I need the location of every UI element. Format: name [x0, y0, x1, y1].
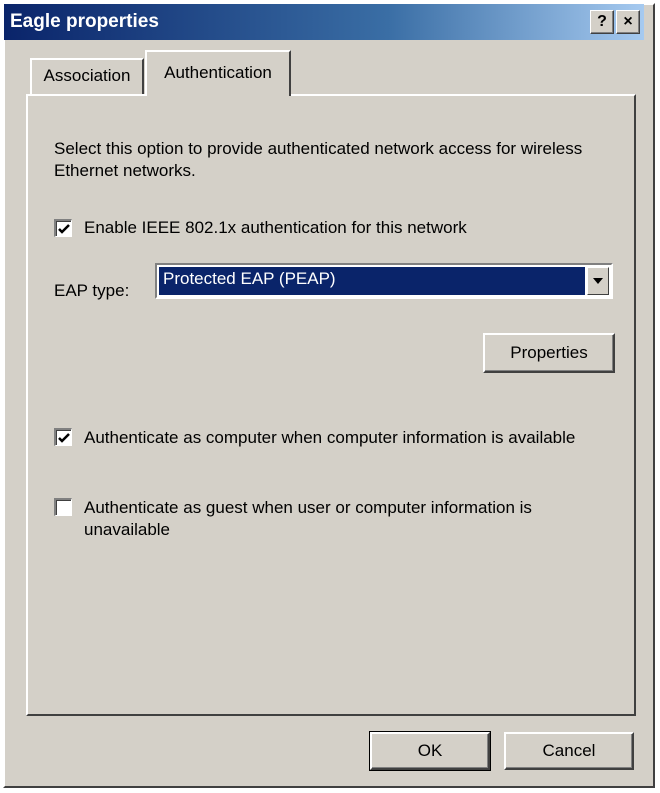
tab-association-label: Association [43, 66, 131, 85]
tab-panel-authentication [26, 94, 636, 716]
enable-8021x-checkbox[interactable] [54, 219, 72, 237]
close-icon: × [623, 13, 633, 30]
auth-as-computer-checkbox[interactable] [54, 428, 72, 446]
eap-type-dropdown-button[interactable] [587, 267, 609, 295]
auth-as-computer-label[interactable]: Authenticate as computer when computer i… [84, 427, 604, 449]
ok-button[interactable]: OK [369, 731, 491, 771]
checkmark-icon [58, 224, 70, 234]
eap-type-select[interactable]: Protected EAP (PEAP) [155, 263, 613, 299]
eap-type-label: EAP type: [54, 281, 130, 300]
auth-description: Select this option to provide authentica… [54, 139, 583, 180]
close-button[interactable]: × [616, 10, 640, 34]
tab-association[interactable]: Association [30, 58, 144, 94]
help-icon: ? [597, 13, 607, 30]
window-title: Eagle properties [10, 11, 159, 32]
help-button[interactable]: ? [590, 10, 614, 34]
title-bar[interactable]: Eagle properties ? × [4, 4, 644, 40]
tab-authentication[interactable]: Authentication [145, 50, 291, 96]
checkmark-icon [58, 433, 70, 443]
properties-button[interactable]: Properties [483, 333, 615, 373]
cancel-button[interactable]: Cancel [504, 732, 634, 770]
enable-8021x-label[interactable]: Enable IEEE 802.1x authentication for th… [84, 217, 467, 239]
auth-as-guest-checkbox[interactable] [54, 498, 72, 516]
eap-type-value: Protected EAP (PEAP) [159, 267, 585, 295]
auth-as-guest-label[interactable]: Authenticate as guest when user or compu… [84, 497, 604, 541]
tab-authentication-label: Authentication [164, 63, 272, 82]
dropdown-arrow-icon [593, 278, 603, 284]
